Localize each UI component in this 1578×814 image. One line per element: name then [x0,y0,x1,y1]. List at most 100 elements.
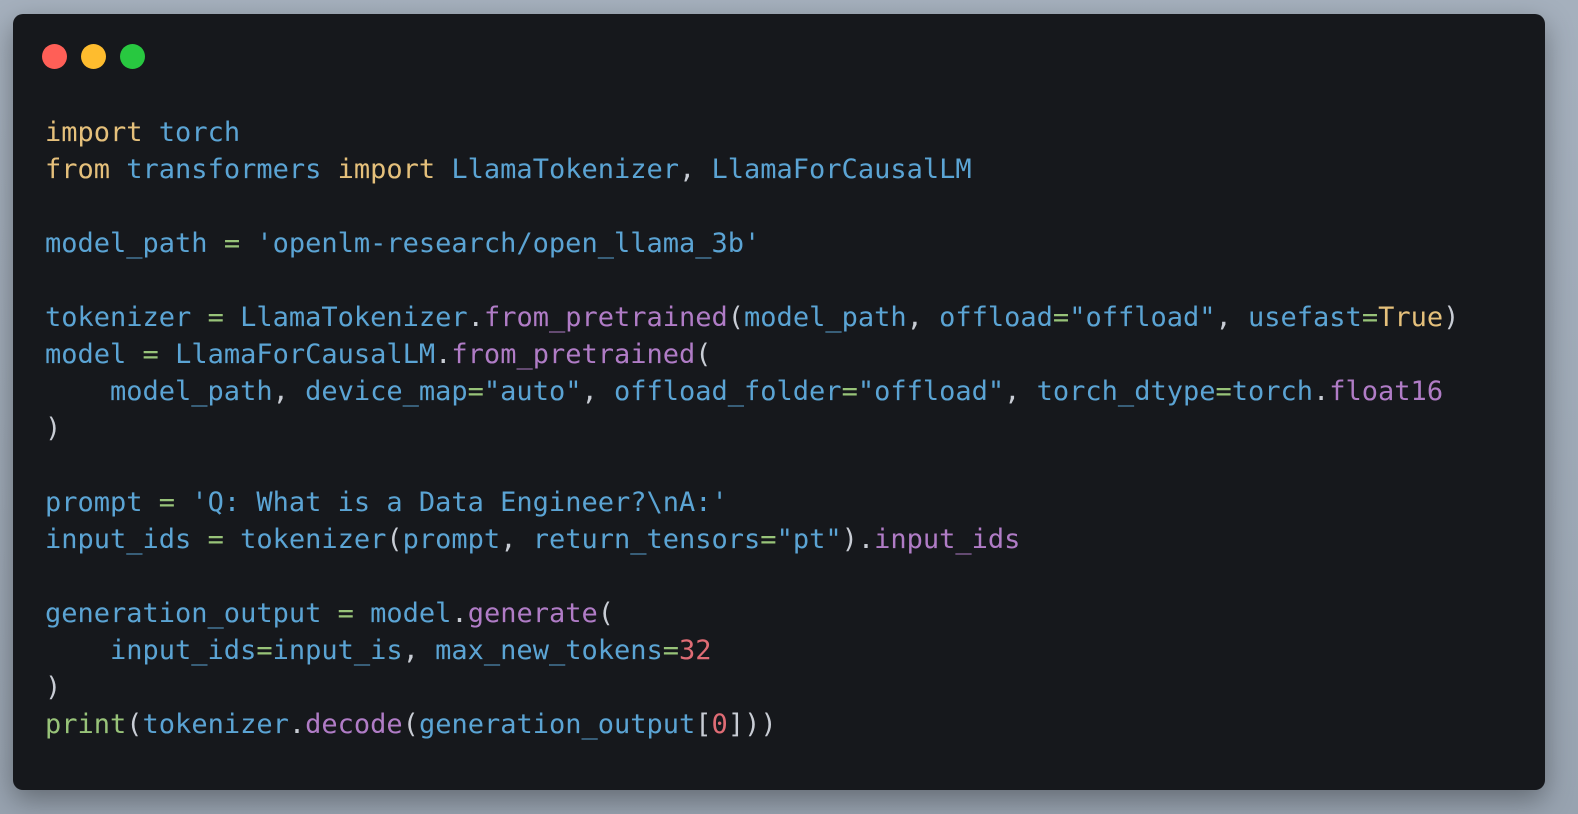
keyword-token: import [337,154,436,185]
minimize-button[interactable] [81,44,106,69]
identifier-token: input_ids [45,635,257,666]
punctuation-token: . [451,598,468,629]
identifier-token: model_path [45,228,224,259]
operator-token: = [142,339,159,370]
identifier-token: usefast [1248,302,1362,333]
operator-token: = [207,524,224,555]
punctuation-token: ( [695,339,712,370]
punctuation-token: , [402,635,436,666]
code-line: ) [45,669,1459,706]
string-token: "offload" [857,376,1005,407]
punctuation-token: ( [386,524,403,555]
identifier-token: torch [142,117,241,148]
code-line: model_path = 'openlm-research/open_llama… [45,225,1459,262]
code-line: ) [45,410,1459,447]
punctuation-token: , [1004,376,1037,407]
string-token: "offload" [1069,302,1216,333]
identifier-token: LlamaTokenizer [435,154,679,185]
method-token: input_ids [874,524,1021,555]
punctuation-token: . [435,339,452,370]
identifier-token: model [353,598,452,629]
identifier-token: torch [1231,376,1314,407]
punctuation-token: ( [727,302,745,333]
string-token: 'Q: What is a Data Engineer?\nA:' [175,487,728,518]
identifier-token: tokenizer [142,709,289,740]
code-line: print(tokenizer.decode(generation_output… [45,706,1459,743]
operator-token: = [841,376,858,407]
punctuation-token: ). [841,524,875,555]
punctuation-token: [ [695,709,712,740]
keyword-token: import [45,117,143,148]
identifier-token: model_path [45,376,273,407]
identifier-token: input_ids [45,524,208,555]
operator-token: = [1215,376,1232,407]
method-token: from_pretrained [451,339,696,370]
code-line: input_ids=input_is, max_new_tokens=32 [45,632,1459,669]
identifier-token: device_map [305,376,468,407]
punctuation-token: , [1215,302,1249,333]
operator-token: = [158,487,176,518]
number-token: 0 [711,709,728,740]
identifier-token: return_tensors [532,524,761,555]
punctuation-token: . [1313,376,1330,407]
punctuation-token: . [288,709,306,740]
identifier-token: max_new_tokens [435,635,663,666]
code-block: import torch from transformers import Lla… [45,114,1459,743]
string-token: "pt" [776,524,842,555]
operator-token: = [337,598,354,629]
operator-token: = [256,635,273,666]
identifier-token: LlamaForCausalLM [711,154,972,185]
identifier-token: offload [939,302,1053,333]
string-token: 'openlm-research/open_llama_3b' [240,228,761,259]
code-line: model = LlamaForCausalLM.from_pretrained… [45,336,1459,373]
method-token: float16 [1329,376,1444,407]
maximize-button[interactable] [120,44,145,69]
identifier-token: LlamaForCausalLM [158,339,436,370]
code-line: tokenizer = LlamaTokenizer.from_pretrain… [45,299,1459,336]
punctuation-token: , [500,524,533,555]
punctuation-token: ])) [727,709,777,740]
punctuation-token: , [581,376,614,407]
builtin-token: print [45,709,127,740]
punctuation-token: ( [126,709,143,740]
code-line: model_path, device_map="auto", offload_f… [45,373,1459,410]
identifier-token: input_is [272,635,403,666]
code-line: generation_output = model.generate( [45,595,1459,632]
operator-token: = [760,524,777,555]
identifier-token: model_path [744,302,907,333]
code-line: from transformers import LlamaTokenizer,… [45,151,1459,188]
number-token: 32 [679,635,712,666]
punctuation-token: ) [1443,302,1460,333]
punctuation-token: . [467,302,484,333]
identifier-token: prompt [402,524,501,555]
code-line: import torch [45,114,1459,151]
operator-token: = [223,228,241,259]
punctuation-token: , [679,154,712,185]
window-controls [42,44,145,69]
keyword-token: from [45,154,111,185]
operator-token: = [467,376,484,407]
operator-token: = [1361,302,1379,333]
identifier-token: tokenizer [45,302,208,333]
code-line: input_ids = tokenizer(prompt, return_ten… [45,521,1459,558]
close-button[interactable] [42,44,67,69]
operator-token: = [1052,302,1070,333]
code-line: prompt = 'Q: What is a Data Engineer?\nA… [45,484,1459,521]
method-token: decode [305,709,403,740]
identifier-token: offload_folder [613,376,842,407]
identifier-token: torch_dtype [1036,376,1216,407]
identifier-token: generation_output [45,598,338,629]
identifier-token: transformers [110,154,338,185]
punctuation-token: ) [45,672,62,703]
method-token: from_pretrained [483,302,728,333]
punctuation-token: ( [597,598,614,629]
identifier-token: model [45,339,143,370]
constant-token: True [1378,302,1444,333]
identifier-token: tokenizer [223,524,387,555]
identifier-token: LlamaTokenizer [223,302,468,333]
identifier-token: prompt [45,487,159,518]
